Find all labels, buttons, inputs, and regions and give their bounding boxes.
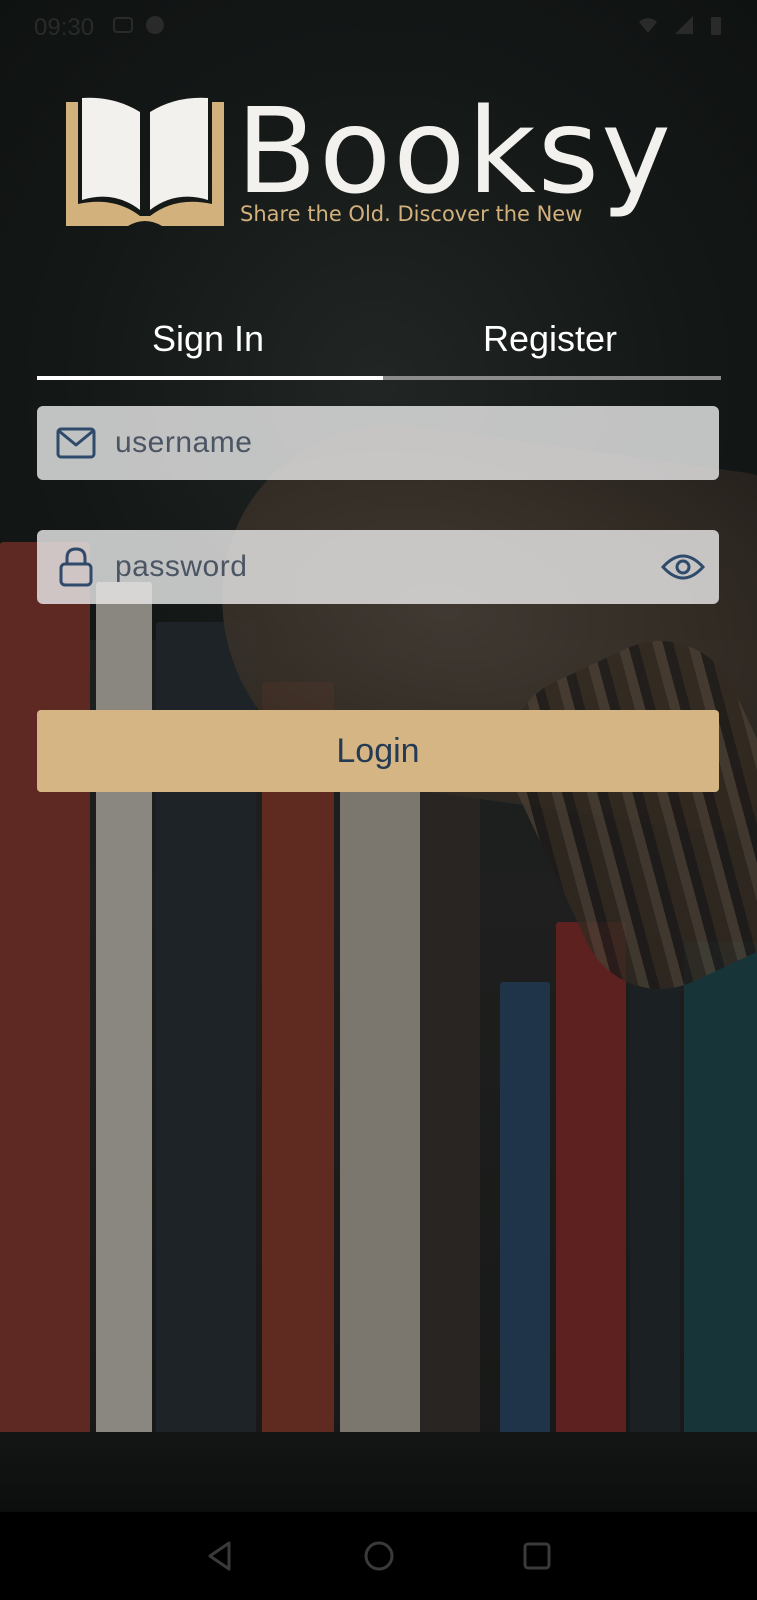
status-time: 09:30	[34, 14, 95, 41]
auth-tabs: Sign In Register	[37, 312, 721, 382]
home-icon[interactable]	[355, 1532, 403, 1580]
username-input[interactable]	[115, 413, 635, 473]
status-bar: 09:30	[0, 0, 757, 56]
recents-icon[interactable]	[513, 1532, 561, 1580]
open-book-icon	[66, 97, 224, 226]
password-input[interactable]	[115, 537, 635, 597]
notification-icon	[112, 14, 134, 43]
wifi-icon	[637, 14, 659, 43]
password-field-container	[37, 530, 719, 604]
login-button[interactable]: Login	[37, 710, 719, 792]
username-field-container	[37, 406, 719, 480]
system-nav-bar	[0, 1512, 757, 1600]
brand-tagline: Share the Old. Discover the New	[240, 202, 583, 226]
back-icon[interactable]	[197, 1532, 245, 1580]
brand-name: Booksy	[236, 82, 673, 220]
tab-active-indicator	[37, 376, 383, 380]
brand-logo: Booksy Share the Old. Discover the New	[64, 92, 704, 236]
alert-icon	[144, 14, 166, 43]
show-password-eye-icon[interactable]	[647, 530, 719, 604]
mail-icon	[37, 406, 115, 480]
tab-register[interactable]: Register	[379, 312, 721, 376]
battery-icon	[709, 14, 723, 43]
signal-icon	[673, 14, 695, 43]
tab-sign-in[interactable]: Sign In	[37, 312, 379, 376]
lock-icon	[37, 530, 115, 604]
